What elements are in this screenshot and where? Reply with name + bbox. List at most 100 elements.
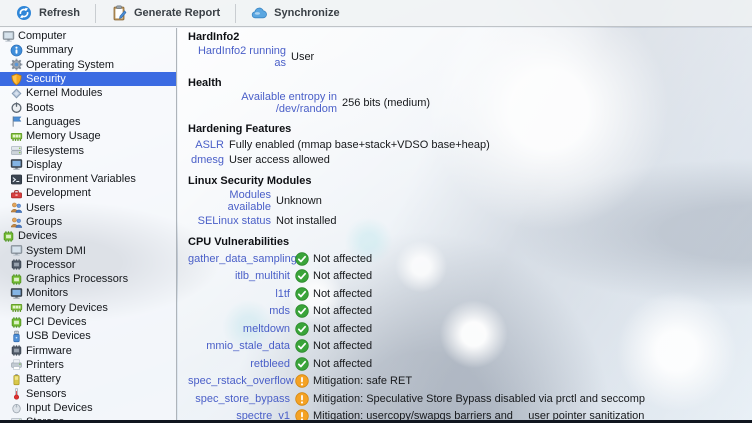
display-icon [10,158,23,171]
row-value: Fully enabled (mmap base+stack+VDSO base… [229,139,490,151]
info-row-selinux-status: SELinux status Not installed [188,213,752,228]
info-row-spectre-v1: spectre_v1 Mitigation: usercopy/swapgs ba… [188,408,752,421]
sidebar-item-monitors[interactable]: Monitors [0,286,176,300]
info-row-hardinfo2-running-as: HardInfo2 running as User [188,45,752,69]
row-label: spectre_v1 [188,410,290,420]
row-label: mmio_stale_data [188,340,290,352]
row-label: gather_data_sampling [188,253,290,265]
info-row-available-entropy-in-dev-random: Available entropy in /dev/random256 bits… [188,91,752,115]
sidebar-item-summary[interactable]: Summary [0,43,176,57]
sidebar-item-label: Printers [26,359,64,371]
row-value: Not installed [276,215,337,227]
firmware-icon [10,344,23,357]
sidebar-item-system-dmi[interactable]: System DMI [0,243,176,257]
sidebar-item-label: Memory Usage [26,130,101,142]
toolbar-separator [235,4,236,23]
sidebar-item-firmware[interactable]: Firmware [0,344,176,358]
flag-icon [10,115,23,128]
sidebar-item-devices[interactable]: Devices [0,229,176,243]
row-label: Available entropy in /dev/random [188,91,337,115]
sidebar-item-printers[interactable]: Printers [0,358,176,372]
printer-icon [10,358,23,371]
row-label: SELinux status [188,215,271,227]
sidebar-item-users[interactable]: Users [0,201,176,215]
sidebar-item-computer[interactable]: Computer [0,29,176,43]
info-row-aslr: ASLRFully enabled (mmap base+stack+VDSO … [188,137,752,152]
refresh-button-label: Refresh [39,7,80,19]
section-title: Health [188,76,752,91]
synchronize-button[interactable]: Synchronize [239,2,351,25]
sidebar-item-filesystems[interactable]: Filesystems [0,143,176,157]
power-icon [10,101,23,114]
info-row-mmio-stale-data: mmio_stale_dataNot affected [188,338,752,356]
sidebar-item-graphics-processors[interactable]: Graphics Processors [0,272,176,286]
memory-icon [10,130,23,143]
toolbox-icon [10,187,23,200]
sidebar-item-sensors[interactable]: Sensors [0,386,176,400]
sidebar-item-input-devices[interactable]: Input Devices [0,401,176,415]
sidebar-item-display[interactable]: Display [0,158,176,172]
info-row-mds: mdsNot affected [188,303,752,321]
sidebar-item-environment-variables[interactable]: Environment Variables [0,172,176,186]
drive-icon [10,144,23,157]
row-value: Mitigation: usercopy/swapgs barriers and… [313,410,644,420]
row-label: dmesg [188,154,224,166]
row-value: User access allowed [229,154,330,166]
sidebar-item-label: Operating System [26,59,114,71]
row-value: Not affected [313,253,372,265]
sidebar-item-boots[interactable]: Boots [0,100,176,114]
sidebar-item-label: Battery [26,373,61,385]
generate-report-button[interactable]: Generate Report [99,2,232,25]
cpu-icon [10,258,23,271]
sidebar-item-label: Sensors [26,388,66,400]
row-label: Modules available [188,189,271,213]
info-row-gather-data-sampling: gather_data_sampling Not affected [188,250,752,268]
sidebar-item-label: Environment Variables [26,173,136,185]
sidebar-item-usb-devices[interactable]: USB Devices [0,329,176,343]
row-value: Not affected [313,358,372,370]
section-title: Hardening Features [188,122,752,137]
row-value: Mitigation: Speculative Store Bypass dis… [313,393,645,405]
warning-icon [295,374,309,388]
sidebar-item-development[interactable]: Development [0,186,176,200]
sidebar-item-groups[interactable]: Groups [0,215,176,229]
toolbar-separator [95,4,96,23]
section-hardening-features: Hardening FeaturesASLRFully enabled (mma… [188,122,752,167]
sidebar-item-label: Computer [18,30,66,42]
sidebar-item-label: System DMI [26,245,86,257]
groups-icon [10,216,23,229]
check-icon [295,287,309,301]
info-row-l1tf: l1tfNot affected [188,285,752,303]
report-icon [111,5,127,21]
row-value: User [291,51,314,63]
check-icon [295,252,309,266]
sidebar-item-languages[interactable]: Languages [0,115,176,129]
sidebar-item-pci-devices[interactable]: PCI Devices [0,315,176,329]
section-title: CPU Vulnerabilities [188,235,752,250]
sidebar-item-memory-devices[interactable]: Memory Devices [0,301,176,315]
sidebar-item-battery[interactable]: Battery [0,372,176,386]
sidebar-item-kernel-modules[interactable]: Kernel Modules [0,86,176,100]
row-label: HardInfo2 running as [188,45,286,69]
computer-icon [2,30,15,43]
section-title: Linux Security Modules [188,174,752,189]
refresh-button[interactable]: Refresh [4,2,92,25]
gear-icon [10,58,23,71]
generate-report-button-label: Generate Report [134,7,220,19]
synchronize-icon [251,5,267,21]
section-cpu-vulnerabilities: CPU Vulnerabilities gather_data_sampling N… [188,235,752,420]
sidebar-item-processor[interactable]: Processor [0,258,176,272]
sidebar-item-operating-system[interactable]: Operating System [0,58,176,72]
row-label: spec_rstack_overflow [188,375,290,387]
terminal-icon [10,173,23,186]
sidebar-item-label: Firmware [26,345,72,357]
row-value: Not affected [313,270,372,282]
sidebar-item-memory-usage[interactable]: Memory Usage [0,129,176,143]
main-content: HardInfo2HardInfo2 running asUserHealthA… [178,28,752,420]
info-row-modules-available: Modules available Unknown [188,189,752,213]
row-value: Unknown [276,195,322,207]
sidebar-item-label: Processor [26,259,76,271]
mouse-icon [10,401,23,414]
sidebar-item-security[interactable]: Security [0,72,176,86]
refresh-icon [16,5,32,21]
